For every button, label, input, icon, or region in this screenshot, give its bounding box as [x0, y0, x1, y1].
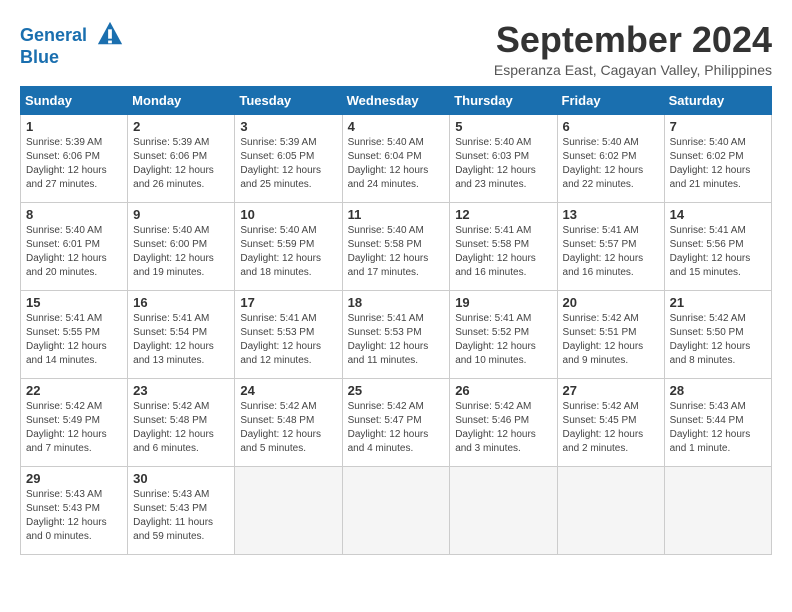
day-27: 27 Sunrise: 5:42 AMSunset: 5:45 PMDaylig…	[557, 378, 664, 466]
day-21: 21 Sunrise: 5:42 AMSunset: 5:50 PMDaylig…	[664, 290, 771, 378]
day-15: 15 Sunrise: 5:41 AMSunset: 5:55 PMDaylig…	[21, 290, 128, 378]
header-sunday: Sunday	[21, 86, 128, 114]
month-title: September 2024	[494, 20, 772, 60]
day-24: 24 Sunrise: 5:42 AMSunset: 5:48 PMDaylig…	[235, 378, 342, 466]
day-25: 25 Sunrise: 5:42 AMSunset: 5:47 PMDaylig…	[342, 378, 450, 466]
header-saturday: Saturday	[664, 86, 771, 114]
empty-cell-1	[235, 466, 342, 554]
title-block: September 2024 Esperanza East, Cagayan V…	[494, 20, 772, 78]
day-1: 1 Sunrise: 5:39 AMSunset: 6:06 PMDayligh…	[21, 114, 128, 202]
day-5: 5 Sunrise: 5:40 AMSunset: 6:03 PMDayligh…	[450, 114, 557, 202]
page-header: General Blue September 2024 Esperanza Ea…	[20, 20, 772, 78]
day-4: 4 Sunrise: 5:40 AMSunset: 6:04 PMDayligh…	[342, 114, 450, 202]
day-17: 17 Sunrise: 5:41 AMSunset: 5:53 PMDaylig…	[235, 290, 342, 378]
day-11: 11 Sunrise: 5:40 AMSunset: 5:58 PMDaylig…	[342, 202, 450, 290]
logo-text: General	[20, 24, 124, 48]
header-wednesday: Wednesday	[342, 86, 450, 114]
day-16: 16 Sunrise: 5:41 AMSunset: 5:54 PMDaylig…	[128, 290, 235, 378]
week-row-1: 1 Sunrise: 5:39 AMSunset: 6:06 PMDayligh…	[21, 114, 772, 202]
calendar-table: Sunday Monday Tuesday Wednesday Thursday…	[20, 86, 772, 555]
header-monday: Monday	[128, 86, 235, 114]
header-tuesday: Tuesday	[235, 86, 342, 114]
day-2: 2 Sunrise: 5:39 AMSunset: 6:06 PMDayligh…	[128, 114, 235, 202]
logo-blue: Blue	[20, 48, 124, 68]
day-18: 18 Sunrise: 5:41 AMSunset: 5:53 PMDaylig…	[342, 290, 450, 378]
day-12: 12 Sunrise: 5:41 AMSunset: 5:58 PMDaylig…	[450, 202, 557, 290]
day-3: 3 Sunrise: 5:39 AMSunset: 6:05 PMDayligh…	[235, 114, 342, 202]
logo: General Blue	[20, 24, 124, 68]
day-19: 19 Sunrise: 5:41 AMSunset: 5:52 PMDaylig…	[450, 290, 557, 378]
day-10: 10 Sunrise: 5:40 AMSunset: 5:59 PMDaylig…	[235, 202, 342, 290]
day-7: 7 Sunrise: 5:40 AMSunset: 6:02 PMDayligh…	[664, 114, 771, 202]
day-22: 22 Sunrise: 5:42 AMSunset: 5:49 PMDaylig…	[21, 378, 128, 466]
day-26: 26 Sunrise: 5:42 AMSunset: 5:46 PMDaylig…	[450, 378, 557, 466]
week-row-5: 29 Sunrise: 5:43 AMSunset: 5:43 PMDaylig…	[21, 466, 772, 554]
day-13: 13 Sunrise: 5:41 AMSunset: 5:57 PMDaylig…	[557, 202, 664, 290]
day-9: 9 Sunrise: 5:40 AMSunset: 6:00 PMDayligh…	[128, 202, 235, 290]
week-row-3: 15 Sunrise: 5:41 AMSunset: 5:55 PMDaylig…	[21, 290, 772, 378]
empty-cell-2	[342, 466, 450, 554]
day-20: 20 Sunrise: 5:42 AMSunset: 5:51 PMDaylig…	[557, 290, 664, 378]
subtitle: Esperanza East, Cagayan Valley, Philippi…	[494, 62, 772, 78]
day-23: 23 Sunrise: 5:42 AMSunset: 5:48 PMDaylig…	[128, 378, 235, 466]
day-28: 28 Sunrise: 5:43 AMSunset: 5:44 PMDaylig…	[664, 378, 771, 466]
day-14: 14 Sunrise: 5:41 AMSunset: 5:56 PMDaylig…	[664, 202, 771, 290]
day-30: 30 Sunrise: 5:43 AMSunset: 5:43 PMDaylig…	[128, 466, 235, 554]
week-row-2: 8 Sunrise: 5:40 AMSunset: 6:01 PMDayligh…	[21, 202, 772, 290]
weekday-header-row: Sunday Monday Tuesday Wednesday Thursday…	[21, 86, 772, 114]
day-6: 6 Sunrise: 5:40 AMSunset: 6:02 PMDayligh…	[557, 114, 664, 202]
week-row-4: 22 Sunrise: 5:42 AMSunset: 5:49 PMDaylig…	[21, 378, 772, 466]
header-thursday: Thursday	[450, 86, 557, 114]
header-friday: Friday	[557, 86, 664, 114]
empty-cell-3	[450, 466, 557, 554]
empty-cell-4	[557, 466, 664, 554]
day-8: 8 Sunrise: 5:40 AMSunset: 6:01 PMDayligh…	[21, 202, 128, 290]
empty-cell-5	[664, 466, 771, 554]
day-29: 29 Sunrise: 5:43 AMSunset: 5:43 PMDaylig…	[21, 466, 128, 554]
